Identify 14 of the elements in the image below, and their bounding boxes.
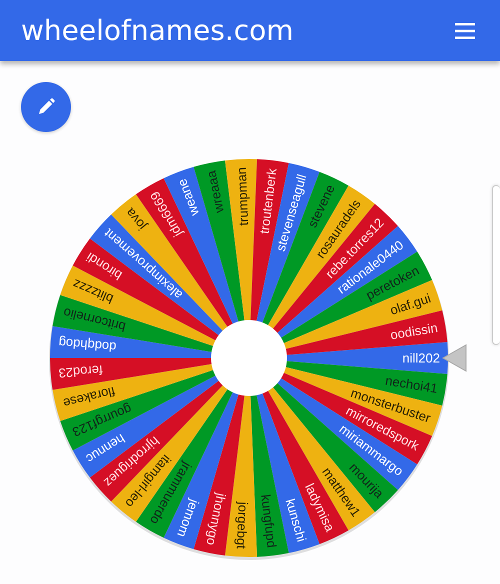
slice-label: kungfupd — [258, 494, 280, 548]
slice-label: ferod23 — [58, 362, 104, 381]
edit-button[interactable] — [21, 82, 71, 132]
slice-label: jorgebgt — [234, 502, 251, 550]
slice-label: wreaaa — [203, 169, 227, 214]
slice-label: dodqhdog — [58, 335, 117, 355]
slice-label: nill202 — [402, 350, 440, 366]
slice-label: troutenberk — [256, 168, 280, 235]
slice-label: kunschi — [282, 497, 310, 544]
slice-label: trumpman — [234, 166, 252, 226]
pencil-icon — [36, 97, 56, 117]
slice-label: jhonnygo — [203, 492, 229, 547]
pointer-icon — [442, 344, 466, 372]
slice-label: oodissin — [389, 320, 439, 342]
